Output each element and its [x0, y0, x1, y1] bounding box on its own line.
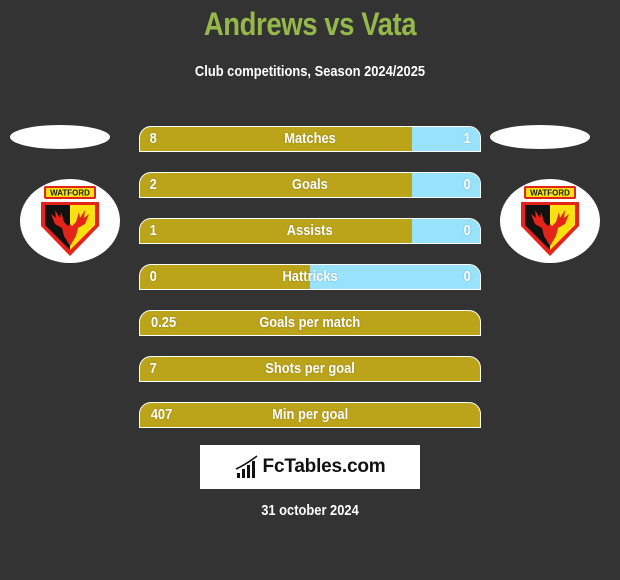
brand-name: FcTables.com [262, 456, 386, 477]
left-player-name-pill [10, 125, 110, 149]
watford-crest-icon: WATFORD [41, 186, 99, 256]
fctables-brand[interactable]: FcTables.com [200, 445, 420, 489]
stat-label: Min per goal [272, 406, 348, 423]
right-value: 0 [463, 222, 471, 239]
stat-row-goals: 2 Goals 0 [139, 172, 481, 198]
report-date: 31 october 2024 [261, 502, 359, 519]
right-club-logo[interactable]: WATFORD [500, 179, 600, 263]
stat-row-assists: 1 Assists 0 [139, 218, 481, 244]
stat-row-min-per-goal: 407 Min per goal [139, 402, 481, 428]
left-club-logo[interactable]: WATFORD [20, 179, 120, 263]
stat-row-shots-per-goal: 7 Shots per goal [139, 356, 481, 382]
stat-label: Assists [287, 222, 333, 239]
stat-label: Goals per match [259, 314, 361, 331]
stat-label: Hattricks [282, 268, 338, 285]
page-title: Andrews vs Vata [203, 6, 417, 42]
bar-chart-trend-icon [235, 455, 258, 478]
stat-label: Matches [284, 130, 336, 147]
stat-row-hattricks: 0 Hattricks 0 [139, 264, 481, 290]
stat-row-matches: 8 Matches 1 [139, 126, 481, 152]
right-value: 1 [463, 130, 471, 147]
svg-text:WATFORD: WATFORD [530, 189, 570, 198]
stat-row-goals-per-match: 0.25 Goals per match [139, 310, 481, 336]
right-value: 0 [463, 268, 471, 285]
competition-subtitle: Club competitions, Season 2024/2025 [194, 63, 426, 80]
stat-label: Shots per goal [265, 360, 355, 377]
right-player-name-pill [490, 125, 590, 149]
watford-crest-icon: WATFORD [521, 186, 579, 256]
stat-label: Goals [292, 176, 328, 193]
svg-text:WATFORD: WATFORD [50, 189, 90, 198]
right-value: 0 [463, 176, 471, 193]
